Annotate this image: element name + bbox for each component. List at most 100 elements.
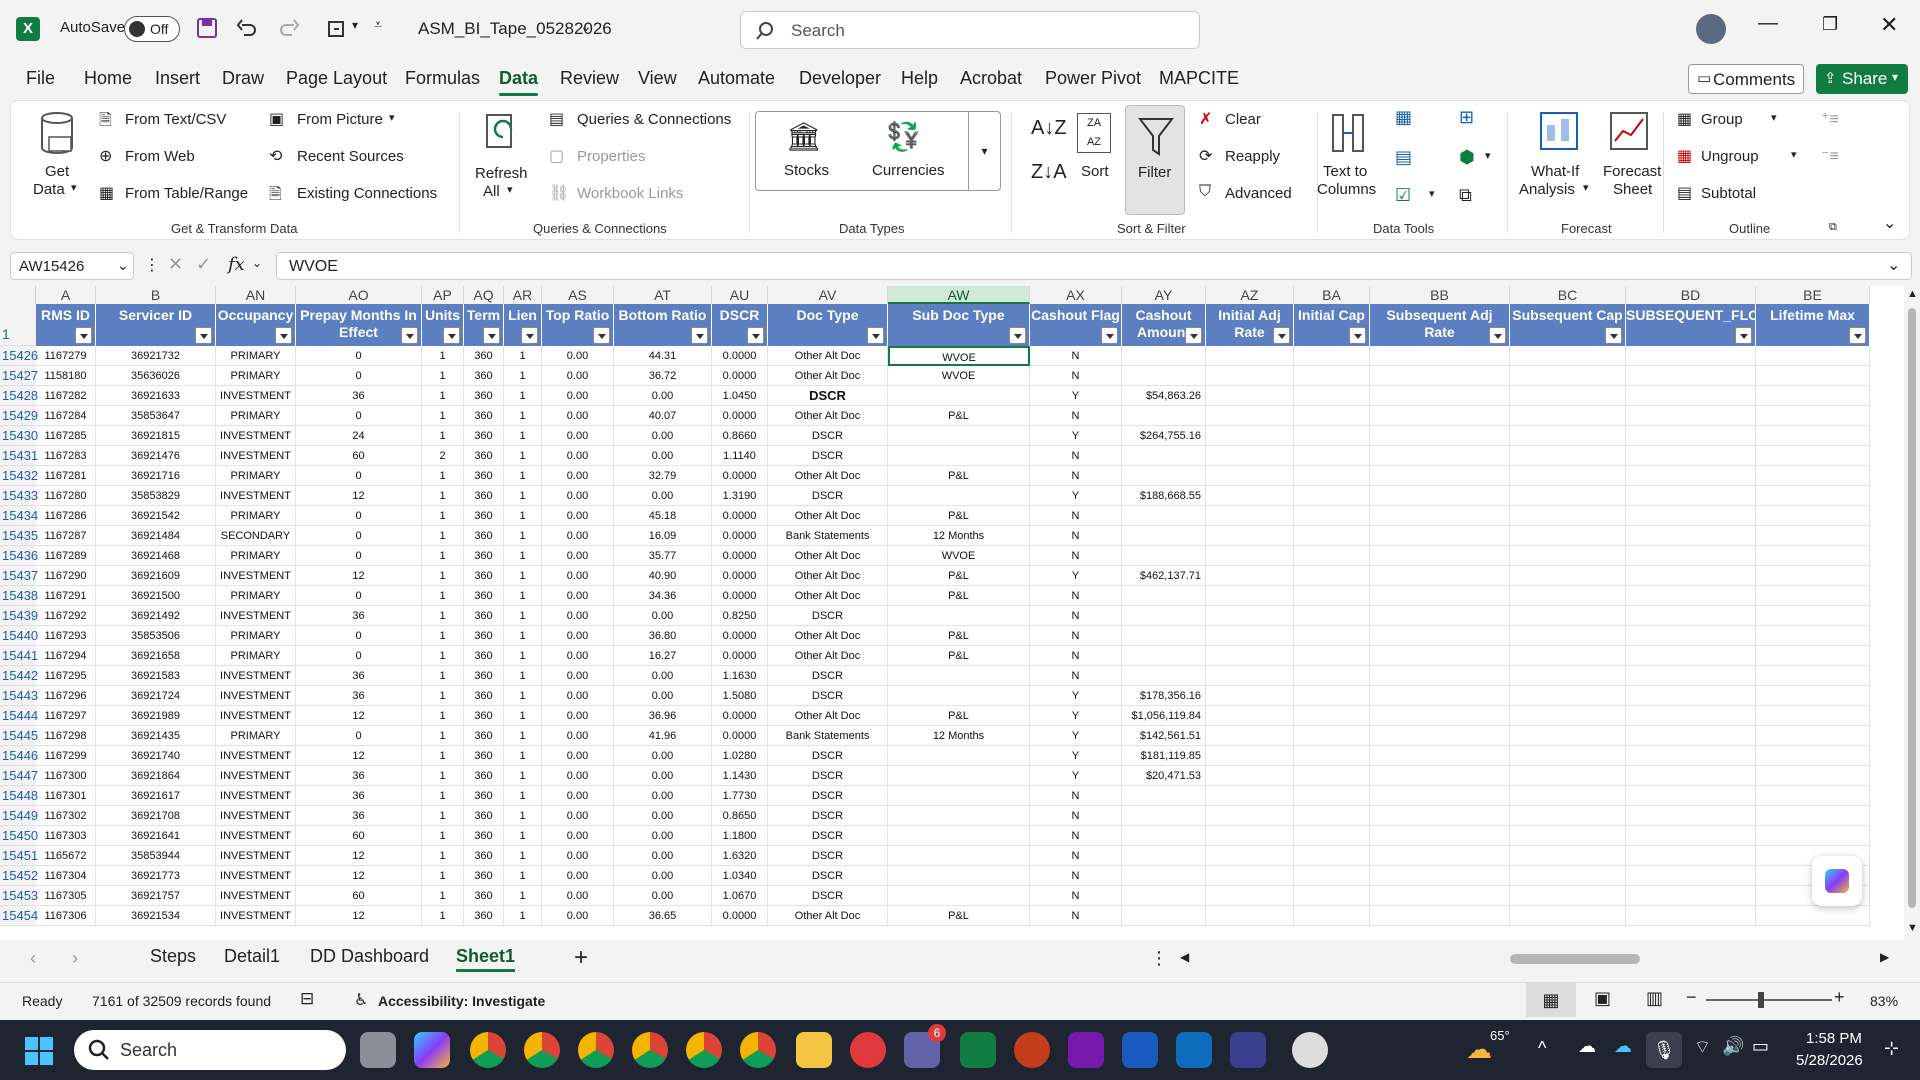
table-cell[interactable] — [888, 486, 1030, 506]
table-cell[interactable]: 0.00 — [614, 486, 712, 506]
table-header-doc-type[interactable]: Doc Type — [768, 304, 888, 346]
table-cell[interactable] — [1370, 686, 1510, 706]
table-cell[interactable]: 36 — [296, 786, 422, 806]
table-cell[interactable]: N — [1030, 826, 1122, 846]
table-cell[interactable]: 0.00 — [542, 666, 614, 686]
table-cell[interactable] — [1626, 686, 1756, 706]
table-cell[interactable] — [1626, 566, 1756, 586]
table-cell[interactable] — [1756, 766, 1870, 786]
table-cell[interactable]: N — [1030, 546, 1122, 566]
table-cell[interactable] — [888, 866, 1030, 886]
column-header-be[interactable]: BE — [1756, 286, 1870, 304]
table-cell[interactable]: 360 — [464, 466, 504, 486]
flash-fill-icon[interactable]: ▦ — [1395, 107, 1412, 128]
table-cell[interactable] — [1370, 746, 1510, 766]
row-number[interactable]: 15438 — [0, 586, 38, 606]
table-cell[interactable] — [1626, 606, 1756, 626]
table-cell[interactable]: 1167284 — [36, 406, 96, 426]
table-cell[interactable]: 0 — [296, 506, 422, 526]
table-cell[interactable]: 0.00 — [614, 766, 712, 786]
table-cell[interactable]: 32.79 — [614, 466, 712, 486]
table-cell[interactable]: Y — [1030, 726, 1122, 746]
table-cell[interactable] — [1756, 586, 1870, 606]
table-cell[interactable]: 1167302 — [36, 806, 96, 826]
table-cell[interactable] — [1756, 606, 1870, 626]
table-cell[interactable] — [1370, 526, 1510, 546]
restore-icon[interactable]: ❐ — [1822, 14, 1838, 35]
table-cell[interactable] — [1122, 466, 1206, 486]
table-cell[interactable]: 0.00 — [542, 766, 614, 786]
table-cell[interactable]: 0.00 — [614, 426, 712, 446]
table-cell[interactable]: 36921435 — [96, 726, 216, 746]
table-cell[interactable]: 360 — [464, 646, 504, 666]
table-cell[interactable]: 0.00 — [542, 386, 614, 406]
table-cell[interactable] — [1370, 466, 1510, 486]
table-cell[interactable]: N — [1030, 806, 1122, 826]
table-header-units[interactable]: Units — [422, 304, 464, 346]
tab-draw[interactable]: Draw — [222, 68, 264, 89]
clock-date[interactable]: 5/28/2026 — [1796, 1052, 1863, 1069]
filter-dropdown-icon[interactable] — [1489, 327, 1506, 344]
table-cell[interactable]: 36 — [296, 686, 422, 706]
table-cell[interactable] — [1626, 726, 1756, 746]
table-cell[interactable]: 1167304 — [36, 866, 96, 886]
filter-dropdown-icon[interactable] — [867, 327, 884, 344]
table-cell[interactable] — [1122, 446, 1206, 466]
table-cell[interactable]: 1.0450 — [712, 386, 768, 406]
table-cell[interactable] — [1756, 826, 1870, 846]
table-cell[interactable] — [1294, 506, 1370, 526]
table-cell[interactable]: 360 — [464, 606, 504, 626]
table-header-sub-doc-type[interactable]: Sub Doc Type — [888, 304, 1030, 346]
table-cell[interactable] — [1206, 726, 1294, 746]
table-cell[interactable]: 1167290 — [36, 566, 96, 586]
table-cell[interactable]: 60 — [296, 446, 422, 466]
group-chevron-icon[interactable]: ▾ — [1771, 111, 1777, 124]
sort-desc-icon[interactable]: Z↓A — [1031, 161, 1067, 184]
table-cell[interactable]: 1 — [504, 366, 542, 386]
vpn-icon[interactable]: ☁ — [1578, 1036, 1596, 1057]
tab-data[interactable]: Data — [499, 68, 539, 96]
table-cell[interactable] — [1510, 686, 1626, 706]
zoom-slider-thumb[interactable] — [1758, 992, 1764, 1008]
table-cell[interactable] — [1756, 406, 1870, 426]
table-cell[interactable] — [1370, 906, 1510, 926]
table-cell[interactable]: PRIMARY — [216, 626, 296, 646]
table-cell[interactable]: SECONDARY — [216, 526, 296, 546]
table-cell[interactable]: 1167292 — [36, 606, 96, 626]
table-cell[interactable]: Other Alt Doc — [768, 366, 888, 386]
table-cell[interactable]: 36921658 — [96, 646, 216, 666]
table-cell[interactable] — [1122, 806, 1206, 826]
filter-dropdown-icon[interactable] — [1101, 327, 1118, 344]
table-cell[interactable]: 1.3190 — [712, 486, 768, 506]
table-cell[interactable]: 1 — [422, 686, 464, 706]
onenote-icon[interactable] — [1068, 1032, 1104, 1068]
tab-file[interactable]: File — [26, 68, 55, 89]
table-cell[interactable]: 360 — [464, 666, 504, 686]
table-cell[interactable] — [888, 886, 1030, 906]
table-cell[interactable]: Y — [1030, 686, 1122, 706]
table-cell[interactable] — [1294, 666, 1370, 686]
table-cell[interactable]: 0.00 — [542, 626, 614, 646]
table-cell[interactable] — [1510, 706, 1626, 726]
table-cell[interactable] — [1294, 586, 1370, 606]
table-cell[interactable]: 1 — [504, 346, 542, 366]
table-cell[interactable]: 45.18 — [614, 506, 712, 526]
table-cell[interactable]: 0 — [296, 646, 422, 666]
table-cell[interactable] — [1756, 746, 1870, 766]
table-cell[interactable]: INVESTMENT — [216, 806, 296, 826]
table-cell[interactable] — [1510, 446, 1626, 466]
table-cell[interactable]: Other Alt Doc — [768, 566, 888, 586]
queries-connections[interactable]: Queries & Connections — [577, 111, 731, 128]
table-cell[interactable]: 360 — [464, 906, 504, 926]
tray-chevron-icon[interactable]: ^ — [1538, 1038, 1546, 1059]
table-cell[interactable]: INVESTMENT — [216, 426, 296, 446]
table-cell[interactable] — [1510, 746, 1626, 766]
table-cell[interactable]: N — [1030, 646, 1122, 666]
table-cell[interactable] — [1206, 686, 1294, 706]
table-cell[interactable]: 360 — [464, 386, 504, 406]
table-cell[interactable]: 1.1630 — [712, 666, 768, 686]
clear-filter[interactable]: Clear — [1225, 111, 1261, 128]
table-cell[interactable] — [1626, 766, 1756, 786]
tab-page-layout[interactable]: Page Layout — [286, 68, 387, 89]
table-cell[interactable]: 0.00 — [614, 886, 712, 906]
